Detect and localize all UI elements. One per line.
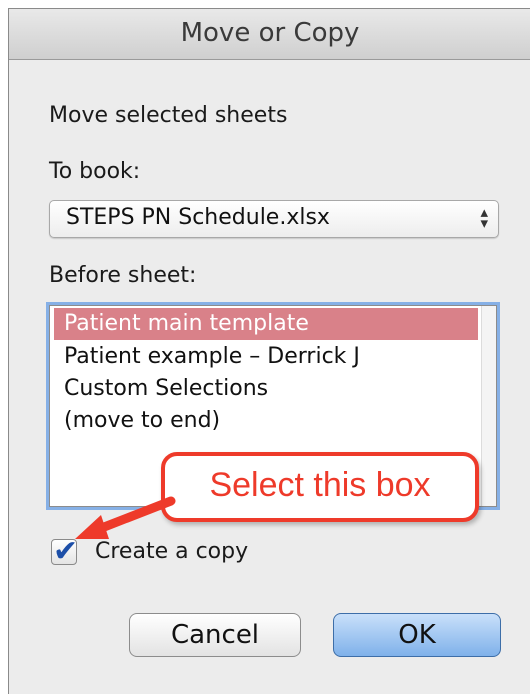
create-copy-label[interactable]: Create a copy: [95, 539, 248, 564]
cancel-button[interactable]: Cancel: [129, 613, 301, 657]
ok-button[interactable]: OK: [333, 613, 501, 657]
checkmark-icon: ✔: [53, 534, 79, 569]
annotation-arrow-icon: [75, 496, 176, 539]
create-copy-checkbox[interactable]: ✔: [51, 534, 78, 569]
move-or-copy-dialog: Move or Copy Move selected sheets To boo…: [8, 8, 530, 694]
